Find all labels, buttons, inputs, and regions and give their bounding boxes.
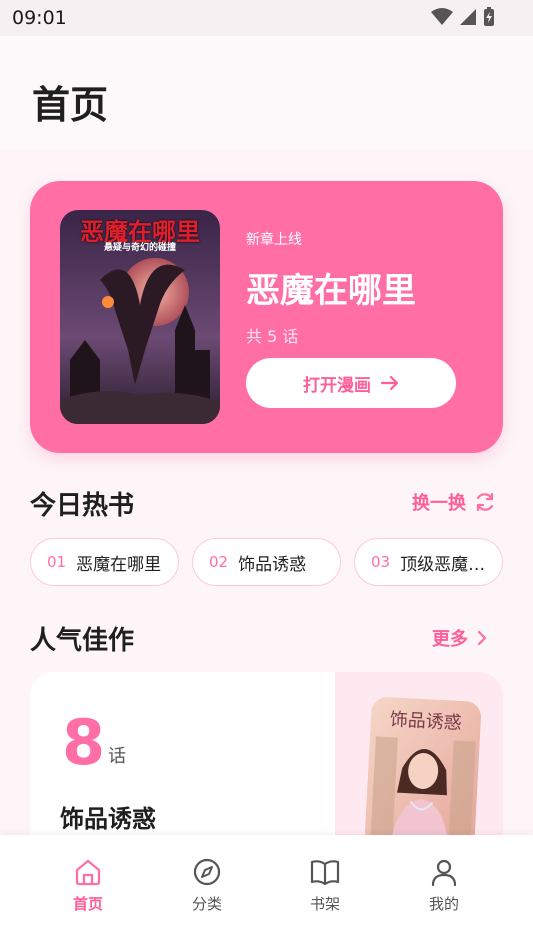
hot-book-name: 顶级恶魔… bbox=[400, 554, 486, 575]
popular-card[interactable]: 8 话 饰品诱惑 饰品诱惑 bbox=[30, 672, 503, 842]
signal-icon bbox=[460, 9, 476, 25]
featured-tag: 新章上线 bbox=[246, 232, 302, 248]
status-bar: 09:01 bbox=[0, 0, 533, 36]
tab-mine[interactable]: 我的 bbox=[404, 857, 484, 914]
tab-mine-label: 我的 bbox=[428, 895, 459, 913]
popular-title: 人气佳作 bbox=[30, 626, 135, 656]
hot-book-rank: 01 bbox=[47, 553, 67, 571]
tab-bookshelf-label: 书架 bbox=[309, 895, 340, 913]
hot-book-name: 恶魔在哪里 bbox=[76, 554, 162, 575]
hot-book-chip[interactable]: 01 恶魔在哪里 bbox=[30, 538, 179, 586]
home-icon bbox=[75, 859, 101, 886]
open-comic-label: 打开漫画 bbox=[303, 375, 371, 396]
refresh-icon bbox=[476, 492, 494, 512]
arrow-right-icon bbox=[381, 375, 399, 391]
popular-chapter-count: 8 bbox=[62, 706, 106, 779]
book-icon bbox=[310, 860, 340, 886]
featured-cover-subtitle: 悬疑与奇幻的碰撞 bbox=[103, 243, 176, 253]
user-icon bbox=[431, 859, 457, 887]
tab-category-label: 分类 bbox=[191, 895, 222, 913]
hot-book-name: 饰品诱惑 bbox=[238, 554, 307, 575]
compass-icon bbox=[193, 858, 221, 886]
popular-cover-image[interactable]: 饰品诱惑 bbox=[364, 696, 482, 842]
more-label: 更多 bbox=[432, 629, 468, 650]
more-button[interactable]: 更多 bbox=[432, 625, 488, 651]
page-title: 首页 bbox=[32, 83, 109, 127]
hot-book-rank: 02 bbox=[209, 553, 229, 571]
hot-book-rank: 03 bbox=[371, 553, 391, 571]
tab-home-label: 首页 bbox=[72, 895, 103, 913]
featured-cover-image[interactable]: 恶魔在哪里 悬疑与奇幻的碰撞 bbox=[60, 210, 220, 424]
chevron-right-icon bbox=[477, 630, 487, 646]
refresh-button[interactable]: 换一换 bbox=[412, 489, 496, 515]
wifi-icon bbox=[431, 8, 453, 25]
hot-book-chip[interactable]: 03 顶级恶魔… bbox=[354, 538, 503, 586]
bottom-tab-bar: 首页 分类 书架 我的 bbox=[0, 835, 533, 948]
status-icons bbox=[431, 7, 495, 27]
popular-chapter-unit: 话 bbox=[108, 746, 126, 767]
hot-book-chip[interactable]: 02 饰品诱惑 bbox=[192, 538, 341, 586]
open-comic-button[interactable]: 打开漫画 bbox=[246, 358, 456, 408]
featured-banner[interactable]: 恶魔在哪里 悬疑与奇幻的碰撞 新章上线 恶魔在哪里 共 5 话 打开漫画 bbox=[30, 181, 503, 453]
tab-bookshelf[interactable]: 书架 bbox=[285, 857, 365, 914]
popular-book-title: 饰品诱惑 bbox=[60, 805, 156, 833]
featured-title: 恶魔在哪里 bbox=[246, 271, 416, 311]
battery-icon bbox=[484, 7, 494, 26]
status-time: 09:01 bbox=[12, 7, 67, 29]
tab-category[interactable]: 分类 bbox=[167, 857, 247, 914]
today-hot-title: 今日热书 bbox=[30, 491, 135, 521]
tab-home[interactable]: 首页 bbox=[48, 857, 128, 914]
page-header: 首页 bbox=[0, 36, 533, 150]
refresh-label: 换一换 bbox=[412, 493, 466, 514]
featured-chapter-count: 共 5 话 bbox=[246, 327, 299, 346]
